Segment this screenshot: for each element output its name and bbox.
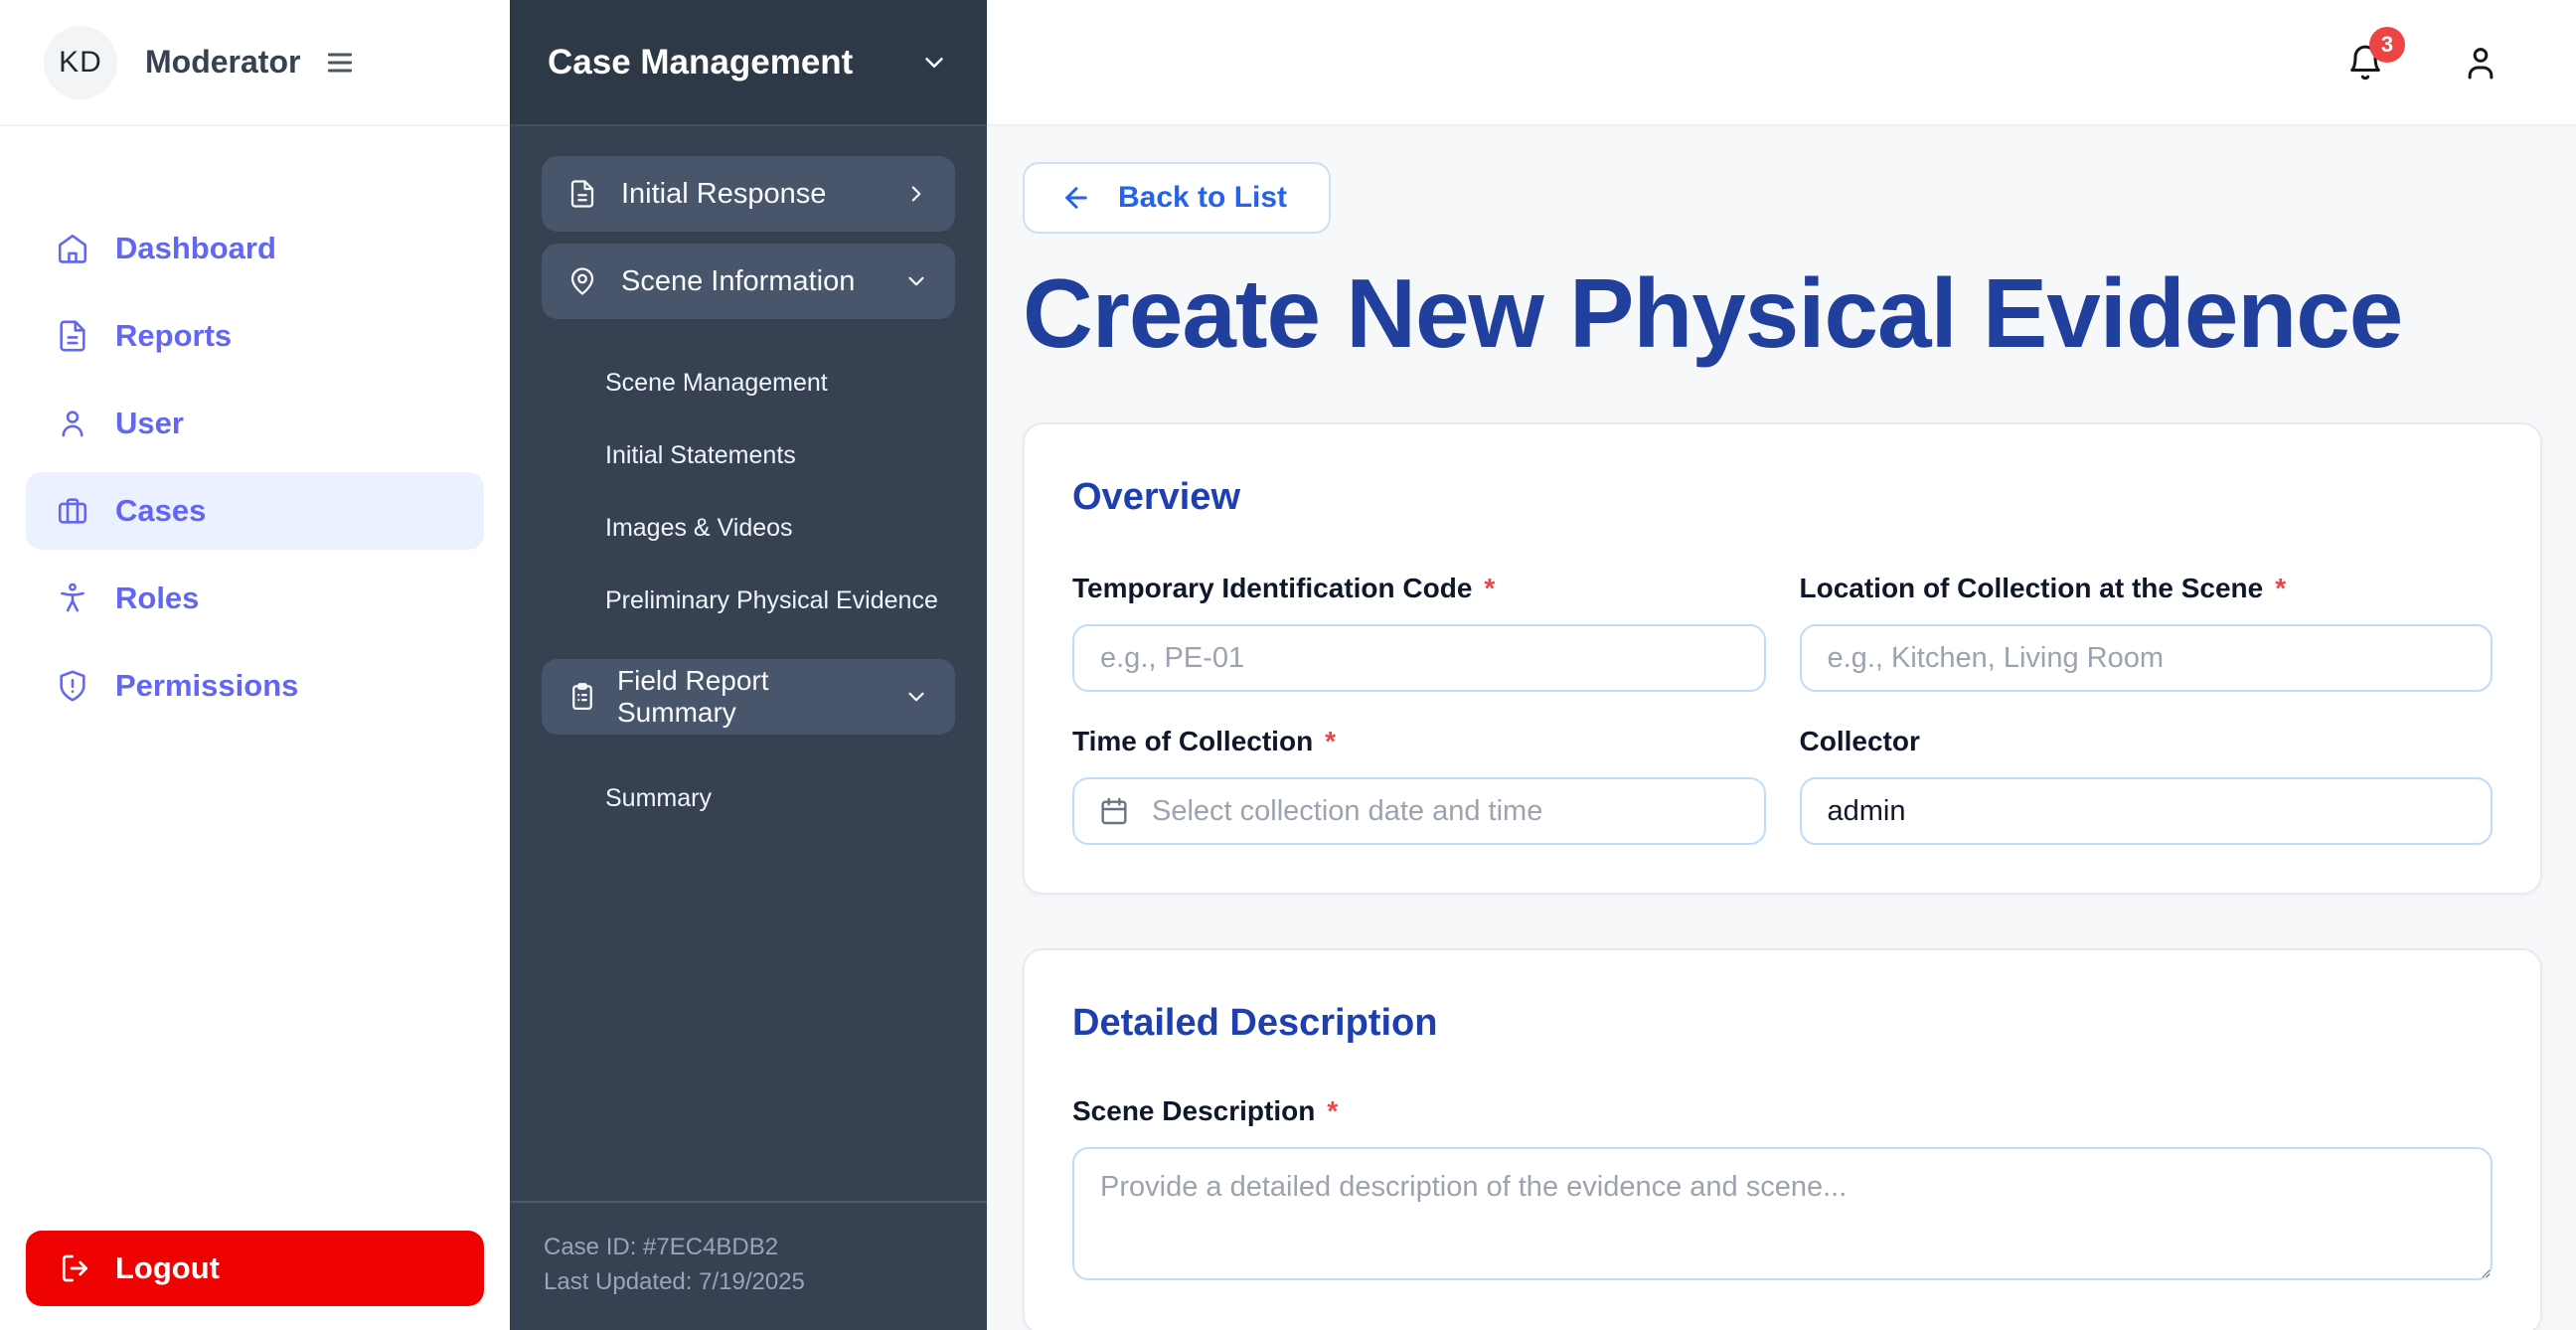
required-asterisk: * xyxy=(1325,726,1336,756)
sidebar-item-preliminary-physical-evidence[interactable]: Preliminary Physical Evidence xyxy=(605,565,955,637)
sidebar-item-scene-management[interactable]: Scene Management xyxy=(605,347,955,419)
detailed-description-card: Detailed Description Scene Description * xyxy=(1023,948,2542,1330)
page-content: Back to List Create New Physical Evidenc… xyxy=(987,126,2576,1330)
sidebar-item-label: Scene Information xyxy=(621,265,855,298)
overview-card: Overview Temporary Identification Code * … xyxy=(1023,422,2542,896)
required-asterisk: * xyxy=(1484,573,1495,603)
primary-sidebar: KD Moderator Dashboard Reports xyxy=(0,0,510,1330)
primary-nav: Dashboard Reports User Cases xyxy=(0,126,510,1231)
profile-button[interactable] xyxy=(2461,43,2500,83)
back-to-list-button[interactable]: Back to List xyxy=(1023,162,1331,234)
sidebar-item-roles[interactable]: Roles xyxy=(26,560,484,637)
sidebar-item-cases[interactable]: Cases xyxy=(26,472,484,550)
logout-container: Logout xyxy=(0,1231,510,1330)
field-label-text: Scene Description xyxy=(1072,1095,1315,1126)
sidebar-item-reports[interactable]: Reports xyxy=(26,297,484,375)
case-management-dropdown[interactable]: Case Management xyxy=(510,0,987,126)
sidebar-item-user[interactable]: User xyxy=(26,385,484,462)
page-title: Create New Physical Evidence xyxy=(1023,259,2542,369)
user-role-label: Moderator xyxy=(145,44,300,81)
field-label-text: Temporary Identification Code xyxy=(1072,573,1472,603)
sidebar-item-label: Field Report Summary xyxy=(617,665,876,729)
field-temporary-identification-code: Temporary Identification Code * xyxy=(1072,573,1766,692)
field-time-of-collection: Time of Collection * xyxy=(1072,726,1766,845)
chevron-down-icon xyxy=(919,48,949,78)
detailed-description-heading: Detailed Description xyxy=(1072,1002,2493,1046)
scene-description-label: Scene Description * xyxy=(1072,1095,2493,1127)
sidebar-item-permissions[interactable]: Permissions xyxy=(26,647,484,725)
collector-input[interactable] xyxy=(1800,777,2494,845)
sidebar-item-dashboard[interactable]: Dashboard xyxy=(26,210,484,287)
case-sidebar-title: Case Management xyxy=(548,43,853,83)
field-label: Collector xyxy=(1800,726,2494,757)
notifications-button[interactable]: 3 xyxy=(2345,43,2385,83)
notification-badge: 3 xyxy=(2369,27,2405,63)
shield-alert-icon xyxy=(56,669,89,703)
avatar[interactable]: KD xyxy=(44,26,117,99)
field-label-text: Location of Collection at the Scene xyxy=(1800,573,2264,603)
logout-label: Logout xyxy=(115,1250,220,1286)
field-label: Time of Collection * xyxy=(1072,726,1766,757)
case-sidebar-footer: Case ID: #7EC4BDB2 Last Updated: 7/19/20… xyxy=(510,1201,987,1330)
user-icon xyxy=(2461,43,2500,83)
scene-information-submenu: Scene Management Initial Statements Imag… xyxy=(542,331,955,659)
chevron-down-icon xyxy=(903,684,929,710)
scene-description-textarea[interactable] xyxy=(1072,1147,2493,1280)
app-root: KD Moderator Dashboard Reports xyxy=(0,0,2576,1330)
field-report-submenu: Summary xyxy=(542,747,955,857)
required-asterisk: * xyxy=(2275,573,2286,603)
field-collector: Collector xyxy=(1800,726,2494,845)
sidebar-item-field-report-summary[interactable]: Field Report Summary xyxy=(542,659,955,735)
arrow-left-icon xyxy=(1060,182,1092,214)
field-label: Location of Collection at the Scene * xyxy=(1800,573,2494,604)
sidebar-item-label: Cases xyxy=(115,493,206,529)
time-of-collection-input[interactable] xyxy=(1072,777,1766,845)
file-text-icon xyxy=(56,319,89,353)
sidebar-item-label: Reports xyxy=(115,318,232,354)
field-label: Temporary Identification Code * xyxy=(1072,573,1766,604)
chevron-right-icon xyxy=(903,181,929,207)
clipboard-list-icon xyxy=(567,682,597,712)
sidebar-item-summary[interactable]: Summary xyxy=(605,762,955,835)
field-label-text: Time of Collection xyxy=(1072,726,1313,756)
topbar: 3 xyxy=(987,0,2576,126)
sidebar-item-initial-statements[interactable]: Initial Statements xyxy=(605,419,955,492)
user-icon xyxy=(56,407,89,440)
briefcase-icon xyxy=(56,494,89,528)
logout-button[interactable]: Logout xyxy=(26,1231,484,1306)
hamburger-menu-icon[interactable] xyxy=(324,47,356,79)
sidebar-item-label: User xyxy=(115,406,184,441)
main-area: 3 Back to List Create New Physical Evide… xyxy=(987,0,2576,1330)
map-pin-icon xyxy=(567,266,597,296)
required-asterisk: * xyxy=(1327,1095,1338,1126)
sidebar-item-scene-information[interactable]: Scene Information xyxy=(542,244,955,319)
case-sidebar-body: Initial Response Scene Information Scene… xyxy=(510,126,987,1201)
accessibility-icon xyxy=(56,582,89,615)
date-input-wrapper xyxy=(1072,777,1766,845)
last-updated-text: Last Updated: 7/19/2025 xyxy=(544,1265,953,1300)
sidebar-item-images-videos[interactable]: Images & Videos xyxy=(605,492,955,565)
field-location-of-collection: Location of Collection at the Scene * xyxy=(1800,573,2494,692)
sidebar-item-label: Initial Response xyxy=(621,178,826,211)
chevron-down-icon xyxy=(903,268,929,294)
overview-fields-grid: Temporary Identification Code * Location … xyxy=(1072,573,2493,845)
sidebar-item-initial-response[interactable]: Initial Response xyxy=(542,156,955,232)
file-text-icon xyxy=(567,179,597,209)
case-id-text: Case ID: #7EC4BDB2 xyxy=(544,1231,953,1265)
sidebar-item-label: Dashboard xyxy=(115,231,276,266)
field-label-text: Collector xyxy=(1800,726,1920,756)
back-to-list-label: Back to List xyxy=(1118,181,1287,215)
case-sidebar: Case Management Initial Response Scene I… xyxy=(510,0,987,1330)
temporary-identification-code-input[interactable] xyxy=(1072,624,1766,692)
overview-heading: Overview xyxy=(1072,476,2493,520)
sidebar-item-label: Permissions xyxy=(115,668,298,704)
sidebar-header: KD Moderator xyxy=(0,0,510,126)
location-of-collection-input[interactable] xyxy=(1800,624,2494,692)
home-icon xyxy=(56,232,89,265)
sidebar-item-label: Roles xyxy=(115,581,199,616)
logout-icon xyxy=(60,1252,91,1284)
